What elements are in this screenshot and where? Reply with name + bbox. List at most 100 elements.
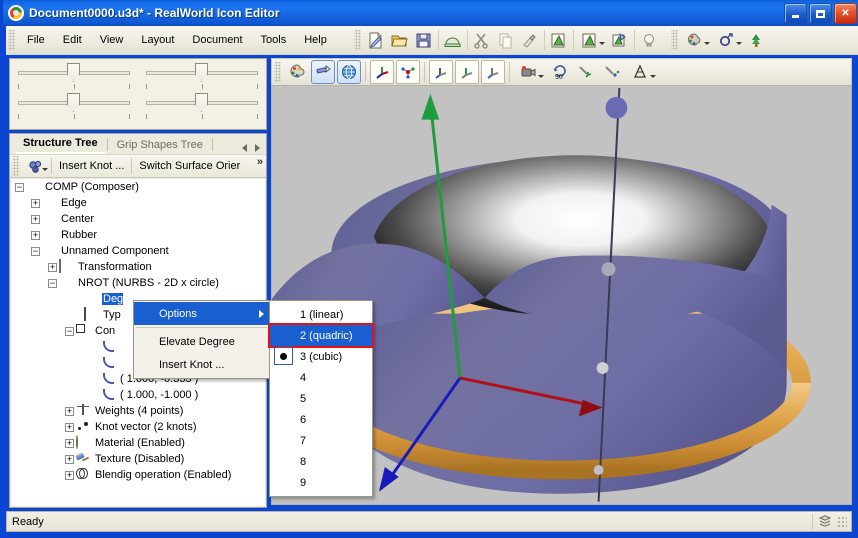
tree-row-blending-operation[interactable]: + Blendig operation (Enabled) xyxy=(11,467,265,483)
expander-collapse[interactable]: − xyxy=(65,326,74,336)
expander-expand[interactable]: + xyxy=(31,230,40,240)
expander-expand[interactable]: + xyxy=(65,454,74,464)
toolbar-drag-grip[interactable] xyxy=(353,30,361,50)
tab-next-icon[interactable] xyxy=(255,144,260,152)
save-document-button[interactable] xyxy=(413,29,435,51)
pick-point-button[interactable] xyxy=(600,60,624,84)
slider-top-right[interactable] xyxy=(144,63,260,93)
tab-grip-shapes-tree[interactable]: Grip Shapes Tree xyxy=(110,137,210,154)
copy-button[interactable] xyxy=(495,29,517,51)
submenu-item-2-quadric[interactable]: 2 (quadric) xyxy=(268,323,374,348)
tree-object-button[interactable] xyxy=(746,29,768,51)
new-image-button[interactable] xyxy=(548,29,570,51)
paste-button[interactable] xyxy=(519,29,541,51)
tree-row-transformation[interactable]: + Transformation xyxy=(11,258,265,275)
expander-expand[interactable]: + xyxy=(48,262,57,272)
control-handle-bottom[interactable] xyxy=(593,465,604,475)
import-image-button[interactable] xyxy=(609,29,631,51)
slider-thumb[interactable] xyxy=(67,63,80,82)
context-menu-item-options[interactable]: Options xyxy=(134,302,269,325)
menu-view[interactable]: View xyxy=(91,30,133,50)
viewport-toolbar-grip[interactable] xyxy=(274,62,281,82)
light-toggle-button[interactable] xyxy=(311,60,335,84)
minimize-button[interactable] xyxy=(784,3,807,24)
context-menu-item-insert-knot[interactable]: Insert Knot ... xyxy=(134,353,269,376)
slider-bottom-right[interactable] xyxy=(144,93,260,123)
expander-collapse[interactable]: − xyxy=(48,278,57,288)
layers-icon[interactable] xyxy=(818,514,832,529)
export-button[interactable] xyxy=(442,29,464,51)
camera-dropdown-button[interactable] xyxy=(514,60,546,84)
submenu-item-5[interactable]: 5 xyxy=(270,388,372,409)
scale-axis-button[interactable] xyxy=(455,60,479,84)
color-palette-dropdown-button[interactable] xyxy=(682,29,712,51)
open-document-button[interactable] xyxy=(389,29,411,51)
submenu-item-1-linear[interactable]: 1 (linear) xyxy=(270,304,372,325)
submenu-item-7[interactable]: 7 xyxy=(270,430,372,451)
menu-file[interactable]: File xyxy=(18,30,54,50)
expander-expand[interactable]: + xyxy=(65,422,74,432)
toolbar-drag-grip-2[interactable] xyxy=(670,30,678,50)
menu-document[interactable]: Document xyxy=(183,30,251,50)
cone-dropdown-button[interactable] xyxy=(626,60,658,84)
insert-knot-button[interactable]: Insert Knot ... xyxy=(52,160,131,172)
tree-toolbar-grip[interactable] xyxy=(12,156,19,176)
cut-button[interactable] xyxy=(471,29,493,51)
expander-expand[interactable]: + xyxy=(65,406,74,416)
submenu-item-9[interactable]: 9 xyxy=(270,472,372,493)
control-handle-lower[interactable] xyxy=(596,362,609,375)
menu-edit[interactable]: Edit xyxy=(54,30,91,50)
tree-row-knot-vector[interactable]: + Knot vector (2 knots) xyxy=(11,419,265,435)
expander-expand[interactable]: + xyxy=(65,470,74,480)
expander-collapse[interactable]: − xyxy=(31,246,40,256)
control-handle-mid[interactable] xyxy=(601,262,616,277)
close-button[interactable]: ✕ xyxy=(834,3,857,24)
slider-thumb[interactable] xyxy=(195,63,208,82)
expander-expand[interactable]: + xyxy=(65,438,74,448)
tree-row-rubber[interactable]: + Rubber xyxy=(11,227,265,243)
rotate-axis-button[interactable] xyxy=(481,60,505,84)
tree-row-weights[interactable]: + Weights (4 points) xyxy=(11,403,265,419)
menu-help[interactable]: Help xyxy=(295,30,336,50)
context-menu[interactable]: Options Elevate Degree Insert Knot ... xyxy=(133,300,270,379)
tree-row-center[interactable]: + Center xyxy=(11,211,265,227)
tree-row-composer[interactable]: − COMP (Composer) xyxy=(11,179,265,195)
context-menu-item-elevate-degree[interactable]: Elevate Degree xyxy=(134,330,269,353)
add-object-dropdown-button[interactable] xyxy=(714,29,744,51)
menu-tools[interactable]: Tools xyxy=(252,30,296,50)
resize-grip-icon[interactable] xyxy=(837,515,847,528)
degree-submenu[interactable]: 1 (linear) 2 (quadric) 3 (cubic) 4 5 6 7… xyxy=(268,300,374,497)
menu-layout[interactable]: Layout xyxy=(132,30,183,50)
axis-gizmo-button[interactable] xyxy=(370,60,394,84)
tab-prev-icon[interactable] xyxy=(242,144,247,152)
tree-row-material[interactable]: + Material (Enabled) xyxy=(11,434,265,451)
slider-top-left[interactable] xyxy=(16,63,132,93)
submenu-item-8[interactable]: 8 xyxy=(270,451,372,472)
tree-row-curve-point[interactable]: ( 1.000, -1.000 ) xyxy=(11,387,265,403)
rotate-90-button[interactable]: 90 xyxy=(548,60,572,84)
tree-row-unnamed-component[interactable]: − Unnamed Component xyxy=(11,243,265,259)
hints-button[interactable] xyxy=(638,29,660,51)
points-gizmo-button[interactable] xyxy=(396,60,420,84)
move-axis-button[interactable] xyxy=(429,60,453,84)
new-document-button[interactable] xyxy=(365,29,387,51)
slider-thumb[interactable] xyxy=(67,93,80,112)
submenu-item-3-cubic[interactable]: 3 (cubic) xyxy=(270,346,372,367)
switch-surface-orientation-button[interactable]: Switch Surface Orier xyxy=(132,160,247,172)
slider-thumb[interactable] xyxy=(195,93,208,112)
expander-collapse[interactable]: − xyxy=(15,182,24,192)
globe-toggle-button[interactable] xyxy=(337,60,361,84)
tab-structure-tree[interactable]: Structure Tree xyxy=(16,135,105,154)
palette-button[interactable] xyxy=(285,60,309,84)
tree-row-texture[interactable]: + Texture (Disabled) xyxy=(11,451,265,467)
new-image-dropdown-button[interactable] xyxy=(577,29,607,51)
expander-expand[interactable]: + xyxy=(31,214,40,224)
tree-row-nrot[interactable]: − NROT (NURBS - 2D x circle) xyxy=(11,275,265,291)
slider-bottom-left[interactable] xyxy=(16,93,132,123)
tree-toolbar-overflow-button[interactable]: » xyxy=(257,156,263,168)
expander-expand[interactable]: + xyxy=(31,198,40,208)
pick-axis-button[interactable] xyxy=(574,60,598,84)
tree-object-dropdown-button[interactable] xyxy=(23,155,50,177)
control-handle-top[interactable] xyxy=(605,96,628,119)
submenu-item-6[interactable]: 6 xyxy=(270,409,372,430)
